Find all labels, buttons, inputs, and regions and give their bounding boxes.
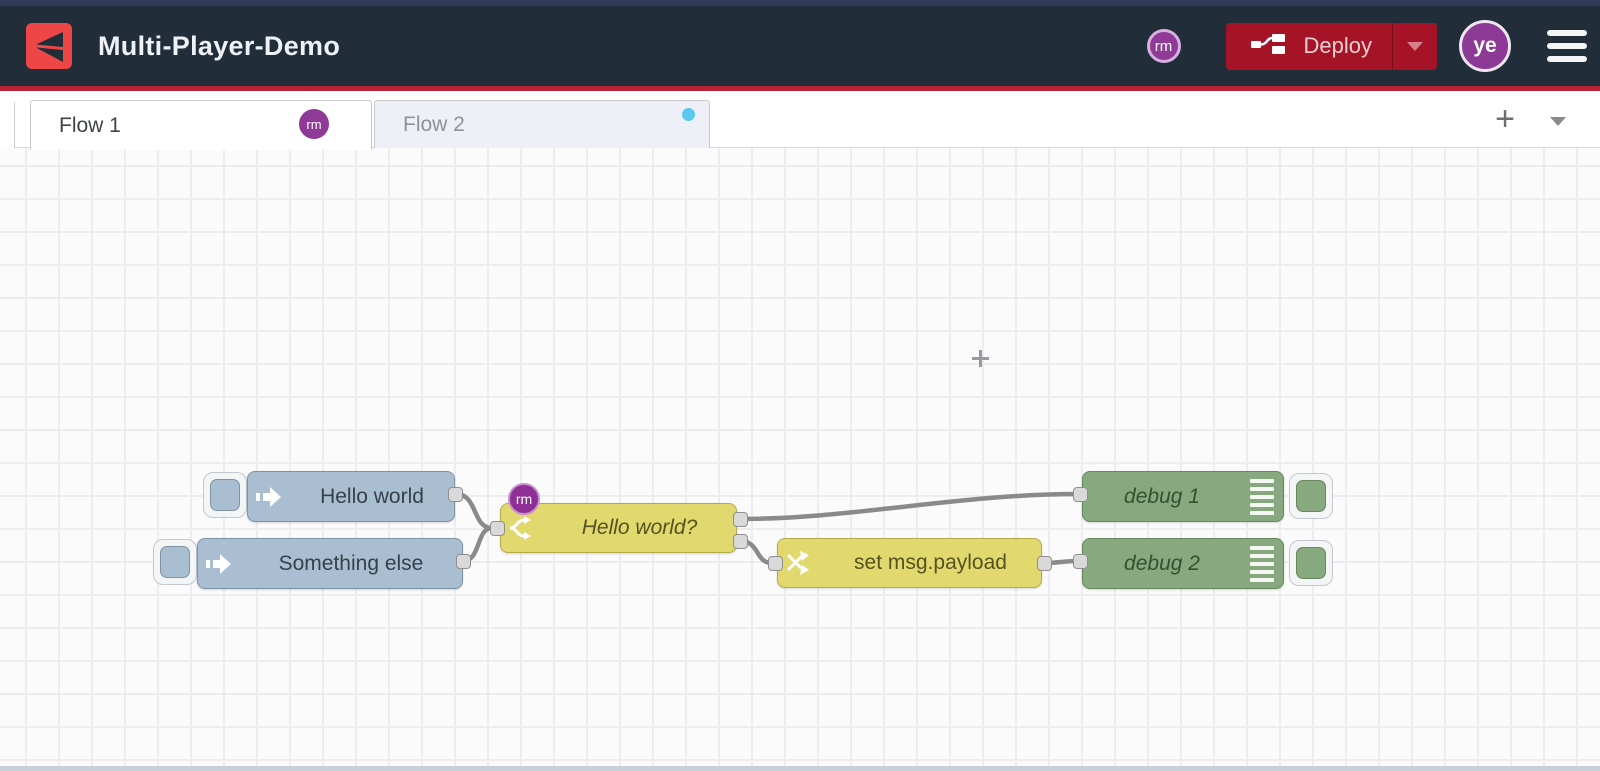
node-collaborator-badge: rm: [508, 483, 540, 515]
inject-trigger-inner: [210, 479, 240, 511]
inject-arrow-icon: [248, 486, 290, 508]
deploy-icon: [1250, 32, 1286, 61]
node-inject-something-else[interactable]: Something else: [197, 538, 463, 589]
flow-tab-bar: Flow 1 rm Flow 2 +: [0, 91, 1600, 150]
flow-list-button[interactable]: [1544, 107, 1572, 135]
main-menu-button[interactable]: [1547, 30, 1587, 62]
debug-output-icon: [1241, 545, 1283, 582]
node-switch-hello-world[interactable]: Hello world?: [500, 503, 737, 553]
page-title: Multi-Player-Demo: [98, 30, 341, 61]
inject-trigger-button[interactable]: [153, 539, 197, 585]
input-port[interactable]: [490, 521, 505, 536]
input-port[interactable]: [1073, 554, 1088, 569]
inject-trigger-inner: [160, 546, 190, 578]
tab-flow-1[interactable]: Flow 1 rm: [30, 100, 372, 150]
hamburger-bar: [1547, 56, 1587, 62]
output-port[interactable]: [448, 487, 463, 502]
inject-trigger-button[interactable]: [203, 472, 247, 518]
node-label: Hello world?: [581, 516, 698, 539]
change-swap-icon: [778, 551, 820, 575]
input-port[interactable]: [768, 556, 783, 571]
user-avatar[interactable]: ye: [1459, 20, 1511, 72]
add-flow-button[interactable]: +: [1487, 97, 1523, 141]
tab-label: Flow 2: [403, 113, 465, 136]
hamburger-bar: [1547, 30, 1587, 36]
crosshair-cursor: [972, 350, 989, 367]
output-port[interactable]: [456, 554, 471, 569]
debug-toggle-button[interactable]: [1289, 473, 1333, 519]
header-actions: rm Deploy ye: [1146, 20, 1587, 72]
tab-scroll-edge: [0, 102, 15, 148]
tab-label: Flow 1: [59, 113, 121, 137]
output-port[interactable]: [1037, 556, 1052, 571]
tab-activity-dot: [682, 108, 695, 121]
input-port[interactable]: [1073, 487, 1088, 502]
tab-flow-2[interactable]: Flow 2: [374, 100, 710, 149]
deploy-button[interactable]: Deploy: [1225, 22, 1437, 70]
node-label: debug 2: [1124, 551, 1200, 575]
debug-toggle-button[interactable]: [1289, 540, 1333, 586]
flowfuse-logo-icon: [26, 23, 72, 69]
deploy-button-main[interactable]: Deploy: [1226, 23, 1392, 70]
node-label: debug 1: [1124, 484, 1200, 508]
debug-toggle-inner: [1296, 547, 1326, 579]
wire-switch-debug1: [737, 491, 1081, 522]
tab-collaborator-badge: rm: [299, 109, 329, 139]
debug-toggle-inner: [1296, 480, 1326, 512]
node-label: Something else: [278, 551, 424, 575]
output-port-1[interactable]: [733, 512, 748, 527]
switch-fork-icon: [501, 515, 543, 541]
flow-canvas[interactable]: Hello world Something else Hello world? …: [0, 148, 1600, 766]
wires: [453, 491, 1081, 566]
node-debug-2[interactable]: debug 2: [1082, 538, 1284, 589]
debug-output-icon: [1241, 478, 1283, 515]
chevron-down-icon: [1407, 41, 1423, 51]
output-port-2[interactable]: [733, 534, 748, 549]
inject-arrow-icon: [198, 553, 240, 575]
node-inject-hello-world[interactable]: Hello world: [247, 471, 455, 522]
hamburger-bar: [1547, 43, 1587, 49]
deploy-options-button[interactable]: [1393, 23, 1437, 70]
node-label: Hello world: [320, 484, 424, 508]
collaborator-badge[interactable]: rm: [1146, 29, 1181, 63]
chevron-down-icon: [1550, 116, 1566, 126]
app-header: Multi-Player-Demo rm Deploy ye: [0, 6, 1600, 86]
node-change-set-payload[interactable]: set msg.payload: [777, 538, 1042, 588]
window-bottom-edge: [0, 766, 1600, 771]
node-debug-1[interactable]: debug 1: [1082, 471, 1284, 522]
node-label: set msg.payload: [854, 551, 1007, 574]
deploy-button-label: Deploy: [1303, 33, 1372, 58]
